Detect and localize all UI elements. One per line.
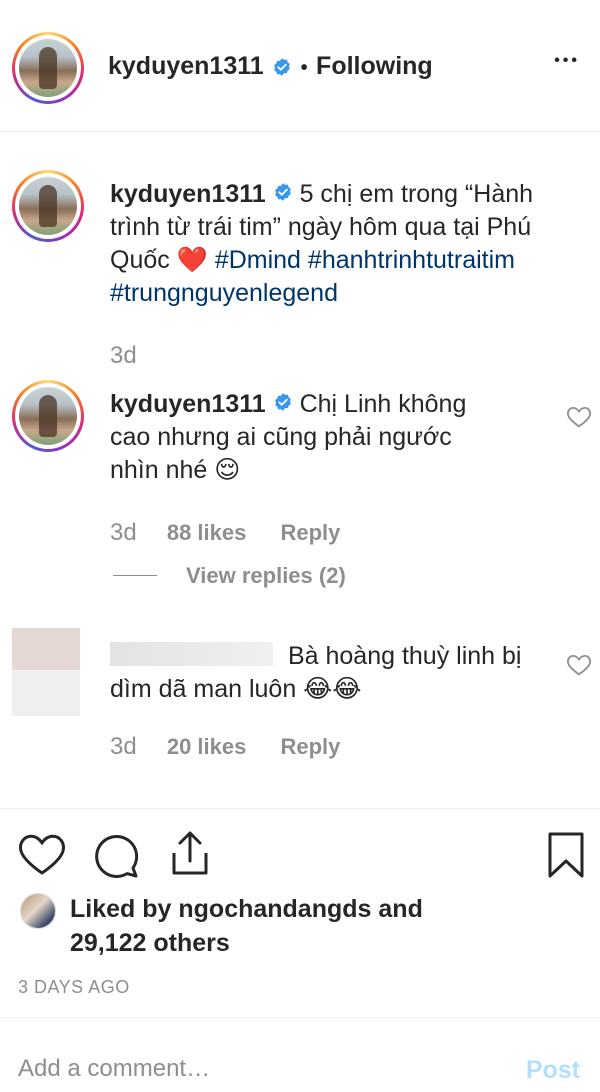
author-avatar[interactable]: [12, 32, 84, 104]
caption-avatar[interactable]: [12, 170, 84, 242]
post-comment-button[interactable]: Post: [526, 1056, 580, 1085]
laughing-emoji: 😂😂: [303, 675, 362, 703]
like-heart-icon[interactable]: [18, 831, 66, 877]
add-comment-bar: Post: [0, 1018, 600, 1092]
caption-line-3: Quốc ❤️ #Dmind #hanhtrinhtutraitim: [110, 244, 580, 277]
comment-1-line-3: nhìn nhé 😌: [110, 454, 550, 487]
comment-1-meta: 3d 88 likes Reply: [110, 519, 340, 547]
comment-1-text-3: nhìn nhé: [110, 456, 208, 484]
liked-by-others[interactable]: 29,122 others: [70, 927, 230, 960]
comment-avatar[interactable]: [12, 380, 84, 452]
header-username[interactable]: kyduyen1311: [108, 52, 264, 80]
post-actions: Liked by ngochandangds and 29,122 others…: [0, 808, 600, 1018]
following-button[interactable]: Following: [316, 52, 433, 80]
caption-meta: 3d: [110, 342, 137, 370]
comment-1-like-icon[interactable]: [566, 404, 592, 428]
post-timestamp[interactable]: 3 DAYS AGO: [18, 977, 130, 998]
comment-1-text-1: Chị Linh không: [299, 390, 467, 418]
comment-1-username[interactable]: kyduyen1311: [110, 390, 266, 418]
caption-text-3: Quốc: [110, 246, 170, 274]
verified-badge-icon: [274, 393, 291, 412]
comment-2-text-2: dìm dã man luôn: [110, 675, 297, 703]
liker-avatar[interactable]: [20, 893, 56, 929]
comment-2-likes[interactable]: 20 likes: [167, 734, 247, 759]
liked-by-and: and: [378, 895, 423, 923]
hashtag-trungnguyenlegend[interactable]: #trungnguyenlegend: [110, 279, 338, 307]
comment-2-line-2: dìm dã man luôn 😂😂: [110, 673, 550, 706]
comment-1-text-2: cao nhưng ai cũng phải ngước: [110, 423, 452, 451]
comment-2-username-redacted[interactable]: [110, 642, 273, 667]
hashtag-dmind[interactable]: #Dmind: [215, 246, 301, 274]
comment-2-time[interactable]: 3d: [110, 733, 137, 760]
caption-line-4: #trungnguyenlegend: [110, 277, 580, 310]
comment-1-reply-button[interactable]: Reply: [280, 520, 340, 545]
liked-by-user[interactable]: ngochandangds: [178, 895, 371, 923]
comment-bubble-icon[interactable]: [92, 833, 140, 879]
comment-2-text-1: Bà hoàng thuỳ linh bị: [287, 642, 522, 670]
caption-time[interactable]: 3d: [110, 342, 137, 369]
header-separator: •: [300, 57, 308, 79]
more-options-icon[interactable]: •••: [554, 53, 580, 69]
caption: kyduyen1311 5 chị em trong “Hành trình t…: [110, 178, 580, 310]
comment-2-line-1: Bà hoàng thuỳ linh bị: [110, 640, 550, 673]
verified-badge-icon: [274, 183, 291, 202]
caption-text-2: trình từ trái tim” ngày hôm qua tại Phú: [110, 213, 532, 241]
hashtag-hanhtrinhtutraitim[interactable]: #hanhtrinhtutraitim: [308, 246, 515, 274]
verified-badge-icon: [274, 58, 290, 76]
comment-2-meta: 3d 20 likes Reply: [110, 733, 340, 761]
view-replies-line: [113, 575, 157, 576]
comment-1-likes[interactable]: 88 likes: [167, 520, 247, 545]
liked-by-line-1: Liked by ngochandangds and: [70, 893, 423, 926]
bookmark-save-icon[interactable]: [546, 831, 586, 879]
view-replies-button[interactable]: View replies (2): [186, 563, 346, 589]
caption-text-1: 5 chị em trong “Hành: [299, 180, 534, 208]
comment-2: Bà hoàng thuỳ linh bị dìm dã man luôn 😂😂: [110, 640, 550, 706]
comment-2-reply-button[interactable]: Reply: [280, 734, 340, 759]
relieved-face-emoji: 😌: [214, 456, 241, 484]
heart-emoji: ❤️: [176, 246, 208, 274]
add-comment-input[interactable]: [18, 1052, 478, 1086]
comment-2-like-icon[interactable]: [566, 652, 592, 676]
header-user-row: kyduyen1311 • Following: [108, 52, 433, 81]
share-upload-icon[interactable]: [166, 829, 214, 879]
comment-1-time[interactable]: 3d: [110, 519, 137, 546]
comment-2-avatar-redacted[interactable]: [12, 628, 80, 716]
comment-1: kyduyen1311 Chị Linh không cao nhưng ai …: [110, 388, 550, 487]
caption-line-1: kyduyen1311 5 chị em trong “Hành: [110, 178, 580, 211]
comment-1-line-1: kyduyen1311 Chị Linh không: [110, 388, 550, 421]
post-header: kyduyen1311 • Following •••: [0, 0, 600, 132]
liked-by-prefix: Liked by: [70, 895, 172, 923]
caption-username[interactable]: kyduyen1311: [110, 180, 266, 208]
